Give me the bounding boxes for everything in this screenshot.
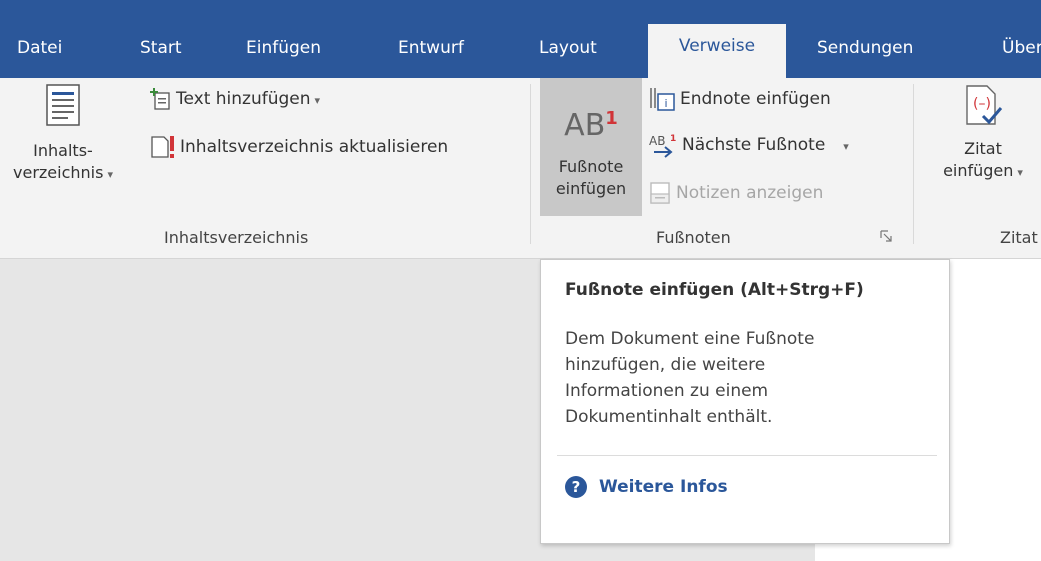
endnote-label: Endnote einfügen bbox=[680, 89, 831, 109]
svg-text:AB: AB bbox=[649, 134, 665, 148]
dialog-launcher-icon[interactable] bbox=[880, 230, 892, 242]
show-notes-button[interactable]: Notizen anzeigen bbox=[648, 178, 823, 208]
footnote-button-label-line1: Fußnote bbox=[558, 157, 624, 176]
group-label-toc: Inhaltsverzeichnis bbox=[164, 228, 309, 247]
svg-text:i: i bbox=[664, 97, 667, 110]
tab-datei[interactable]: Datei bbox=[17, 30, 62, 78]
tooltip-line: Dokumentinhalt enthält. bbox=[565, 407, 773, 427]
update-table-label: Inhaltsverzeichnis aktualisieren bbox=[180, 137, 449, 157]
tab-start[interactable]: Start bbox=[140, 30, 182, 78]
tab-ueberpruefen[interactable]: Über bbox=[1002, 30, 1041, 78]
tooltip-line: hinzufügen, die weitere bbox=[565, 355, 766, 375]
update-toc-icon bbox=[151, 136, 174, 158]
tab-entwurf[interactable]: Entwurf bbox=[398, 30, 464, 78]
help-question-icon: ? bbox=[565, 476, 587, 498]
table-of-contents-button[interactable]: Inhalts- verzeichnis ▾ bbox=[0, 84, 138, 212]
tab-einfuegen[interactable]: Einfügen bbox=[246, 30, 321, 78]
add-text-icon bbox=[150, 88, 170, 110]
toc-button-label-line2: verzeichnis ▾ bbox=[13, 163, 113, 182]
svg-text:1: 1 bbox=[670, 134, 676, 144]
more-info-link[interactable]: ? Weitere Infos bbox=[565, 473, 728, 501]
show-notes-icon bbox=[650, 182, 670, 204]
endnote-icon: i bbox=[650, 88, 675, 111]
ribbon-panel: Inhalts- verzeichnis ▾ Text hinzufügen ▾ I… bbox=[0, 78, 1041, 259]
insert-citation-button[interactable]: (–) Zitat einfügen ▾ bbox=[925, 84, 1041, 212]
group-label-citations: Zitat bbox=[1000, 228, 1038, 247]
ribbon-tab-bar: Datei Start Einfügen Entwurf Layout Verw… bbox=[0, 0, 1041, 78]
svg-text:(–): (–) bbox=[973, 96, 991, 112]
next-footnote-label: Nächste Fußnote bbox=[682, 135, 826, 155]
chevron-down-icon[interactable]: ▾ bbox=[843, 140, 849, 153]
group-separator bbox=[530, 84, 531, 244]
citation-button-label-line1: Zitat bbox=[964, 139, 1002, 158]
next-footnote-icon: AB 1 bbox=[649, 134, 676, 158]
more-info-label: Weitere Infos bbox=[599, 477, 728, 497]
citation-button-label-line2: einfügen ▾ bbox=[943, 161, 1023, 180]
footnote-button-label-line2: einfügen bbox=[555, 179, 627, 198]
tooltip-title: Fußnote einfügen (Alt+Strg+F) bbox=[565, 280, 864, 300]
tooltip-line: Informationen zu einem bbox=[565, 381, 769, 401]
group-label-footnotes: Fußnoten bbox=[656, 228, 731, 247]
footnote-tooltip: Fußnote einfügen (Alt+Strg+F) Dem Dokume… bbox=[540, 259, 950, 544]
chevron-down-icon: ▾ bbox=[314, 94, 321, 107]
citation-icon: (–) bbox=[966, 85, 1003, 125]
next-footnote-button[interactable]: AB 1 Nächste Fußnote ▾ bbox=[648, 130, 849, 160]
footnote-icon: AB1 bbox=[564, 108, 618, 143]
tab-layout[interactable]: Layout bbox=[539, 30, 597, 78]
insert-footnote-button[interactable]: AB1 Fußnote einfügen bbox=[540, 78, 642, 216]
update-table-button[interactable]: Inhaltsverzeichnis aktualisieren bbox=[150, 132, 448, 162]
tooltip-divider bbox=[557, 455, 937, 456]
tab-verweise[interactable]: Verweise bbox=[648, 24, 786, 78]
add-text-button[interactable]: Text hinzufügen ▾ bbox=[150, 84, 320, 114]
document-lines-icon bbox=[46, 84, 80, 126]
show-notes-label: Notizen anzeigen bbox=[676, 183, 824, 203]
tooltip-description: Dem Dokument eine Fußnote hinzufügen, di… bbox=[565, 326, 925, 430]
tab-sendungen[interactable]: Sendungen bbox=[817, 30, 913, 78]
chevron-down-icon: ▾ bbox=[1017, 166, 1023, 179]
toc-button-label-line1: Inhalts- bbox=[33, 141, 93, 160]
group-separator bbox=[913, 84, 914, 244]
add-text-label: Text hinzufügen bbox=[176, 89, 311, 109]
tooltip-line: Dem Dokument eine Fußnote bbox=[565, 329, 815, 349]
chevron-down-icon: ▾ bbox=[107, 168, 113, 181]
insert-endnote-button[interactable]: i Endnote einfügen bbox=[648, 84, 831, 114]
